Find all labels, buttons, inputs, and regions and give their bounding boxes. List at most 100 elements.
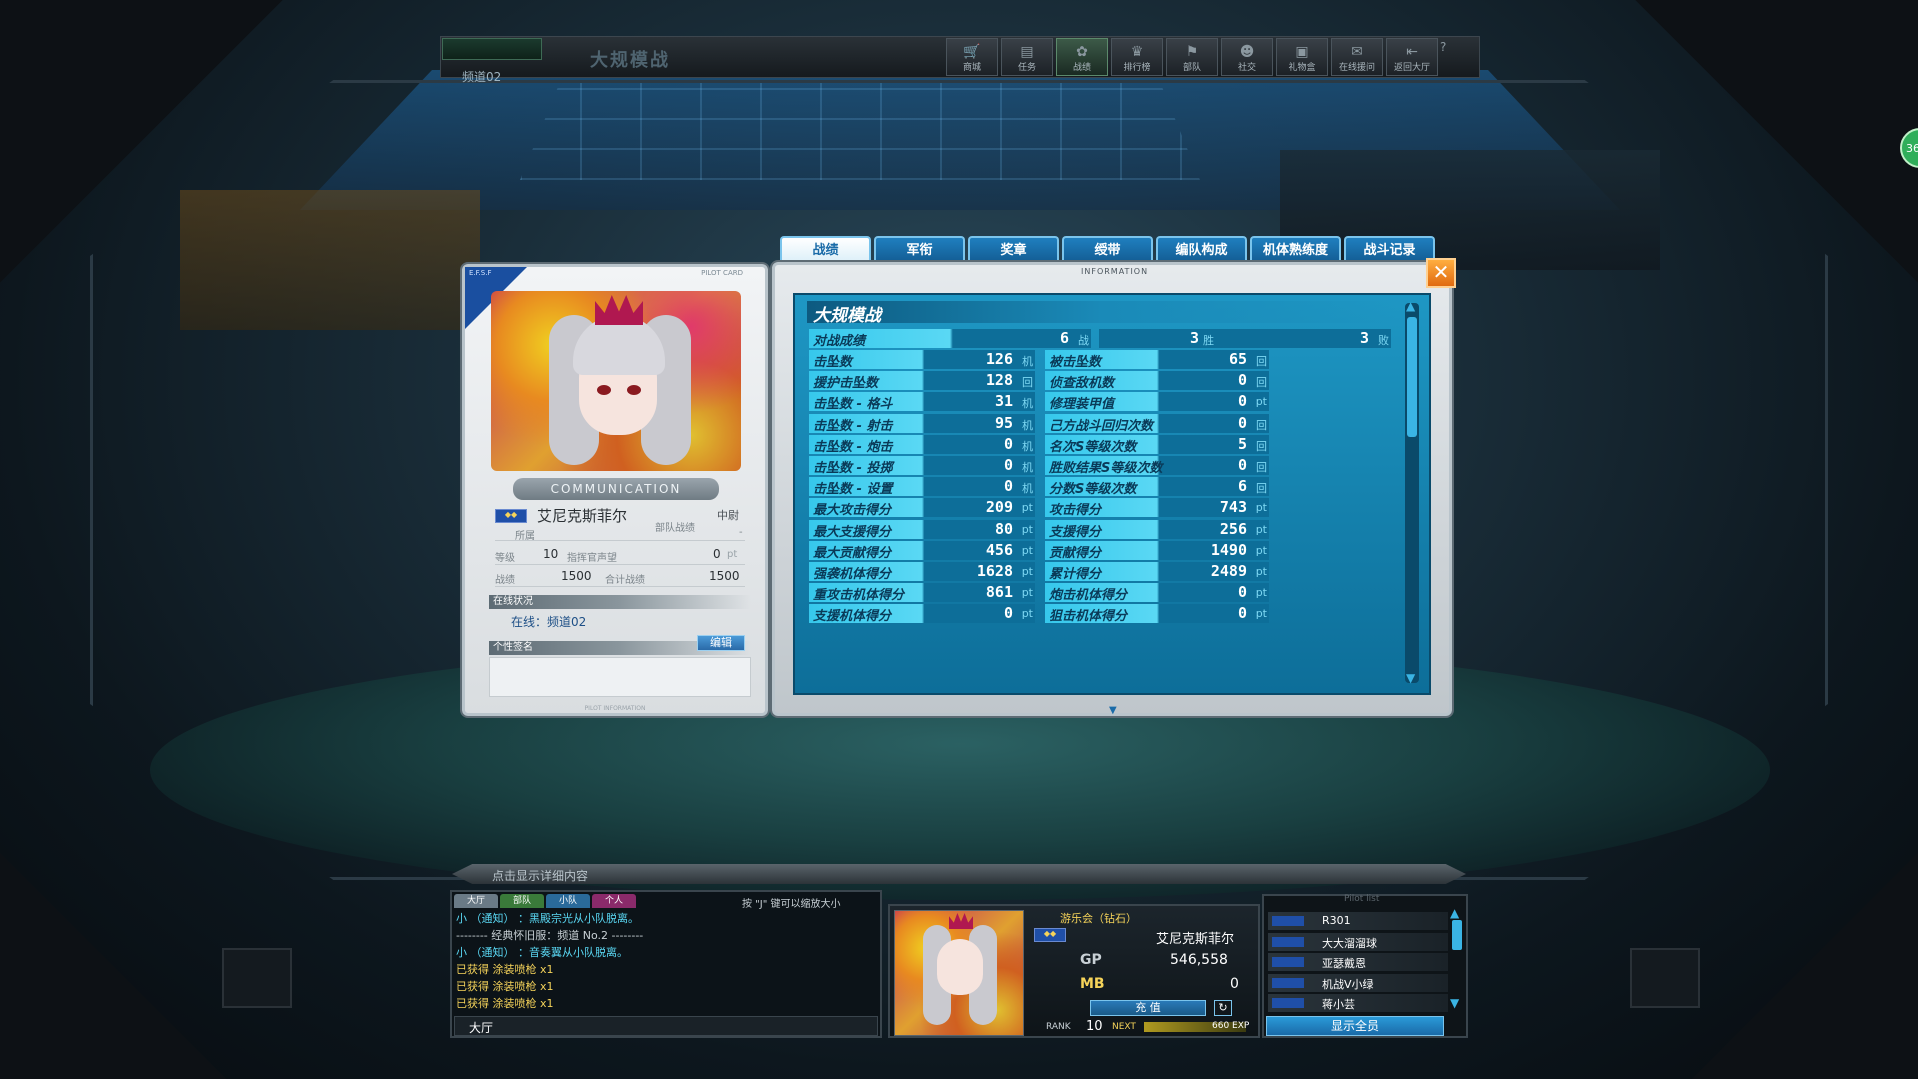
stat-row: 援护击坠数 128 回侦查敌机数 0 回	[809, 371, 1389, 391]
pilot-rank-icon	[1272, 936, 1304, 947]
recharge-button[interactable]: 充 值	[1090, 1000, 1206, 1016]
stats-panel: INFORMATION 大规模战 对战成绩 6 战 3 胜 3 败 击坠数 126…	[772, 262, 1452, 716]
pilot-list-item[interactable]: 大大溜溜球	[1268, 932, 1448, 951]
pilot-list-item[interactable]: 亚瑟戴恩	[1268, 953, 1448, 971]
stat-label: 击坠数 - 射击	[813, 418, 893, 434]
pilot-list-name: 蒋小芸	[1322, 998, 1355, 1011]
stat-label: 最大攻击得分	[813, 503, 892, 519]
pilot-card: E.F.S.F PILOT CARD COMMUNICATION ◆◆ 艾尼克斯…	[462, 264, 768, 716]
stat-cell: 击坠数 - 格斗 31 机	[809, 392, 1035, 412]
pilot-scroll-thumb[interactable]	[1452, 920, 1462, 950]
stat-value: 1628	[976, 562, 1013, 580]
card-footer: PILOT INFORMATION	[584, 705, 646, 712]
tab-3[interactable]: 绶带	[1062, 236, 1153, 264]
stat-unit: pt	[1021, 543, 1033, 557]
stat-cell: 被击坠数 65 回	[1045, 350, 1269, 370]
gp-value: 546,558	[1170, 952, 1228, 968]
losses-value: 3	[1359, 329, 1369, 347]
chat-hint: 按 "J" 键可以缩放大小	[742, 899, 841, 910]
nav-battle-button[interactable]: ✿ 战绩	[1056, 38, 1108, 76]
nav-support-button[interactable]: ✉ 在线援问	[1331, 38, 1383, 76]
chat-tab-1[interactable]: 部队	[500, 894, 544, 908]
tab-4[interactable]: 编队构成	[1156, 236, 1247, 264]
tab-1[interactable]: 军衔	[874, 236, 965, 264]
pilot-list: Pilot list R301 大大溜溜球 亚瑟戴恩 机战V小绿 蒋小芸 ▲ ▼ 显示全…	[1262, 894, 1468, 1038]
chat-tab-3[interactable]: 个人	[592, 894, 636, 908]
cart-icon: 🛒	[963, 44, 981, 60]
close-button[interactable]: ✕	[1426, 258, 1456, 288]
stat-unit: pt	[1255, 543, 1267, 557]
nav-return-button[interactable]: ⇤ 返回大厅	[1386, 38, 1438, 76]
refresh-icon[interactable]: ↻	[1214, 1000, 1232, 1016]
tab-6[interactable]: 战斗记录	[1344, 236, 1435, 264]
section-title: 大规模战	[813, 306, 881, 326]
stat-label: 击坠数 - 设置	[813, 482, 893, 498]
stat-cell: 己方战斗回归次数 0 回	[1045, 413, 1269, 434]
stats-inner: 大规模战 对战成绩 6 战 3 胜 3 败 击坠数 126 机被击坠数 65 回援护击坠…	[793, 293, 1431, 695]
stats-scrollbar[interactable]: ▲ ▼	[1405, 299, 1419, 685]
nav-social-button[interactable]: ☻ 社交	[1221, 38, 1273, 76]
tab-2[interactable]: 奖章	[968, 236, 1059, 264]
scroll-down-icon[interactable]: ▼	[1406, 671, 1415, 685]
nav-cart-button[interactable]: 🛒 商城	[946, 38, 998, 76]
belong-label: 所属	[515, 531, 535, 542]
stat-row: 击坠数 - 射击 95 机 己方战斗回归次数 0 回	[809, 413, 1389, 434]
nav-label: 返回大厅	[1393, 63, 1430, 73]
stat-cell: 强袭机体得分 1628 pt	[809, 562, 1035, 582]
scroll-thumb[interactable]	[1407, 317, 1417, 437]
help-icon[interactable]: ?	[1440, 40, 1446, 54]
chat-input[interactable]: 大厅	[454, 1016, 878, 1036]
level-row: 等级 10 指挥官声望 0 pt	[495, 545, 745, 565]
stat-cell: 支援机体得分 0 pt	[809, 604, 1035, 625]
stat-value: 0	[1003, 456, 1013, 474]
chat-tab-0[interactable]: 大厅	[454, 894, 498, 908]
pilot-list-item[interactable]: 机战V小绿	[1268, 973, 1448, 992]
pilot-scroll-down-icon[interactable]: ▼	[1450, 996, 1459, 1010]
stat-value: 0	[1237, 413, 1247, 432]
mb-value: 0	[1230, 976, 1239, 992]
nav-label: 社交	[1237, 63, 1256, 73]
stat-row: 击坠数 - 设置 0 机 分数S等级次数 6 回	[809, 477, 1389, 497]
stat-cell: 分数S等级次数 6 回	[1045, 477, 1269, 497]
nav-gift-button[interactable]: ▣ 礼物盒	[1276, 38, 1328, 76]
edit-signature-button[interactable]: 编辑	[697, 635, 745, 651]
pilot-list-scrollbar[interactable]: ▲ ▼	[1450, 906, 1464, 1010]
battles-unit: 战	[1078, 334, 1089, 347]
nav-quest-button[interactable]: ▤ 任务	[1001, 38, 1053, 76]
detail-toggle-bar[interactable]: 点击显示详细内容	[452, 864, 1466, 884]
tab-5[interactable]: 机体熟练度	[1250, 236, 1341, 264]
stat-cell: 最大攻击得分 209 pt	[809, 498, 1035, 519]
pilot-list-item[interactable]: R301	[1268, 912, 1448, 930]
stat-unit: pt	[1021, 565, 1033, 578]
mb-label: MB	[1080, 976, 1105, 992]
show-all-button[interactable]: 显示全员	[1266, 1016, 1444, 1036]
pilot-scroll-up-icon[interactable]: ▲	[1450, 906, 1459, 920]
stat-cell: 重攻击机体得分 861 pt	[809, 583, 1035, 603]
stat-value: 6	[1237, 477, 1247, 496]
chat-line: 小 （通知） ：音奏翼从小队脱离。	[456, 946, 628, 959]
chat-line: 已获得 涂装喷枪 x1	[456, 980, 554, 993]
pilot-list-item[interactable]: 蒋小芸	[1268, 994, 1448, 1012]
communication-banner[interactable]: COMMUNICATION	[513, 478, 719, 500]
tab-0[interactable]: 战绩	[780, 236, 871, 264]
nav-trophy-button[interactable]: ♛ 排行榜	[1111, 38, 1163, 76]
stat-label: 支援机体得分	[813, 609, 892, 625]
stat-unit: pt	[1021, 607, 1033, 621]
stat-unit: 回	[1256, 376, 1267, 390]
pilot-portrait	[491, 291, 741, 471]
panel-expand-icon[interactable]: ▼	[1109, 705, 1117, 716]
stat-label: 狙击机体得分	[1049, 609, 1128, 625]
stat-label: 支援得分	[1049, 524, 1102, 540]
rank-label: RANK	[1046, 1022, 1071, 1032]
scroll-up-icon[interactable]: ▲	[1406, 299, 1415, 313]
nav-squad-button[interactable]: ⚑ 部队	[1166, 38, 1218, 76]
stat-row: 支援机体得分 0 pt 狙击机体得分 0 pt	[809, 604, 1389, 624]
squad-record-value: -	[739, 527, 743, 538]
chat-tab-2[interactable]: 小队	[546, 894, 590, 908]
stat-unit: 回	[1256, 418, 1267, 432]
record-summary-row: 对战成绩 6 战 3 胜 3 败	[809, 329, 1391, 349]
signature-field[interactable]	[489, 657, 751, 697]
stat-value: 0	[1003, 604, 1013, 623]
stat-unit: pt	[1255, 522, 1267, 536]
stat-unit: pt	[1021, 586, 1033, 600]
